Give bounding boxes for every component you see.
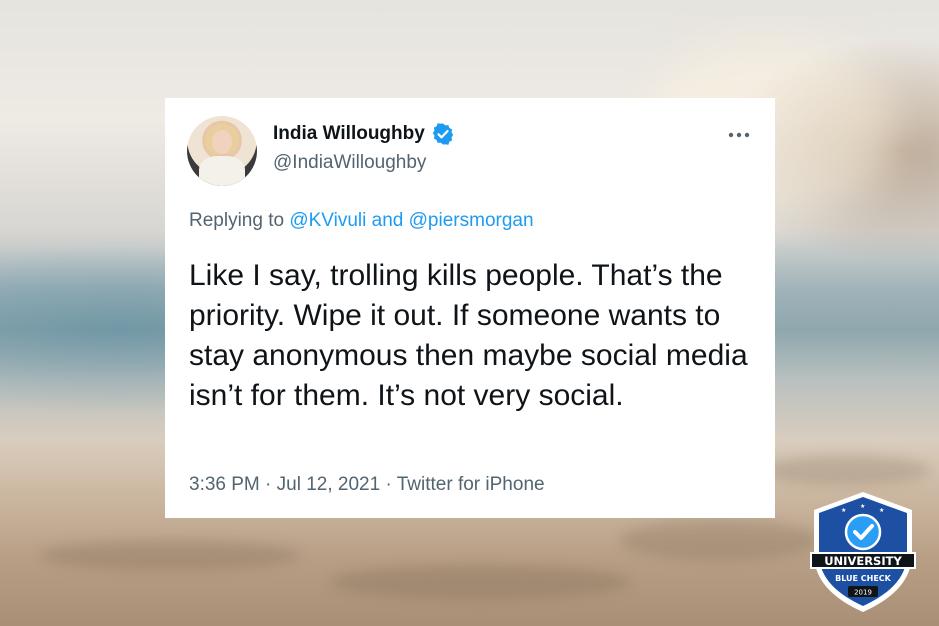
- author-name-row: India Willoughby: [273, 122, 455, 146]
- tweet-metadata: 3:36 PM · Jul 12, 2021 · Twitter for iPh…: [189, 474, 545, 496]
- mention-and: and: [371, 210, 404, 231]
- replying-prefix: Replying to: [189, 210, 285, 231]
- tweet-date[interactable]: Jul 12, 2021: [277, 474, 381, 495]
- tweet-time[interactable]: 3:36 PM: [189, 474, 260, 495]
- verified-badge-icon: [432, 123, 454, 145]
- avatar-body: [199, 156, 245, 186]
- badge-line1: UNIVERSITY: [824, 554, 902, 568]
- badge-year: 2019: [854, 589, 872, 597]
- svg-text:★: ★: [879, 507, 884, 514]
- sand-ripple: [330, 565, 630, 599]
- avatar[interactable]: [187, 116, 257, 186]
- university-blue-check-badge: ★ ★ ★ UNIVERSITY BLUE CHECK 2019: [810, 492, 916, 612]
- tweet-text: Like I say, trolling kills people. That’…: [189, 259, 748, 412]
- svg-text:★: ★: [860, 503, 865, 510]
- tweet-source[interactable]: Twitter for iPhone: [397, 474, 545, 495]
- sand-ripple: [40, 540, 300, 570]
- avatar-face: [212, 130, 232, 154]
- author-display-name[interactable]: India Willoughby: [273, 123, 425, 145]
- meta-separator: ·: [385, 474, 392, 495]
- replying-to-line: Replying to @KVivuli and @piersmorgan: [189, 210, 534, 232]
- badge-line2: BLUE CHECK: [835, 574, 892, 583]
- sand-ripple: [760, 455, 930, 485]
- mention-link-kvivuli[interactable]: @KVivuli: [289, 210, 366, 231]
- more-options-icon[interactable]: [727, 130, 751, 140]
- sand-ripple: [620, 520, 820, 560]
- mention-link-piersmorgan[interactable]: @piersmorgan: [409, 210, 534, 231]
- author-handle[interactable]: @IndiaWilloughby: [273, 152, 426, 174]
- meta-separator: ·: [265, 474, 272, 495]
- tweet-card[interactable]: India Willoughby @IndiaWilloughby Replyi…: [165, 98, 775, 518]
- svg-text:★: ★: [841, 507, 846, 514]
